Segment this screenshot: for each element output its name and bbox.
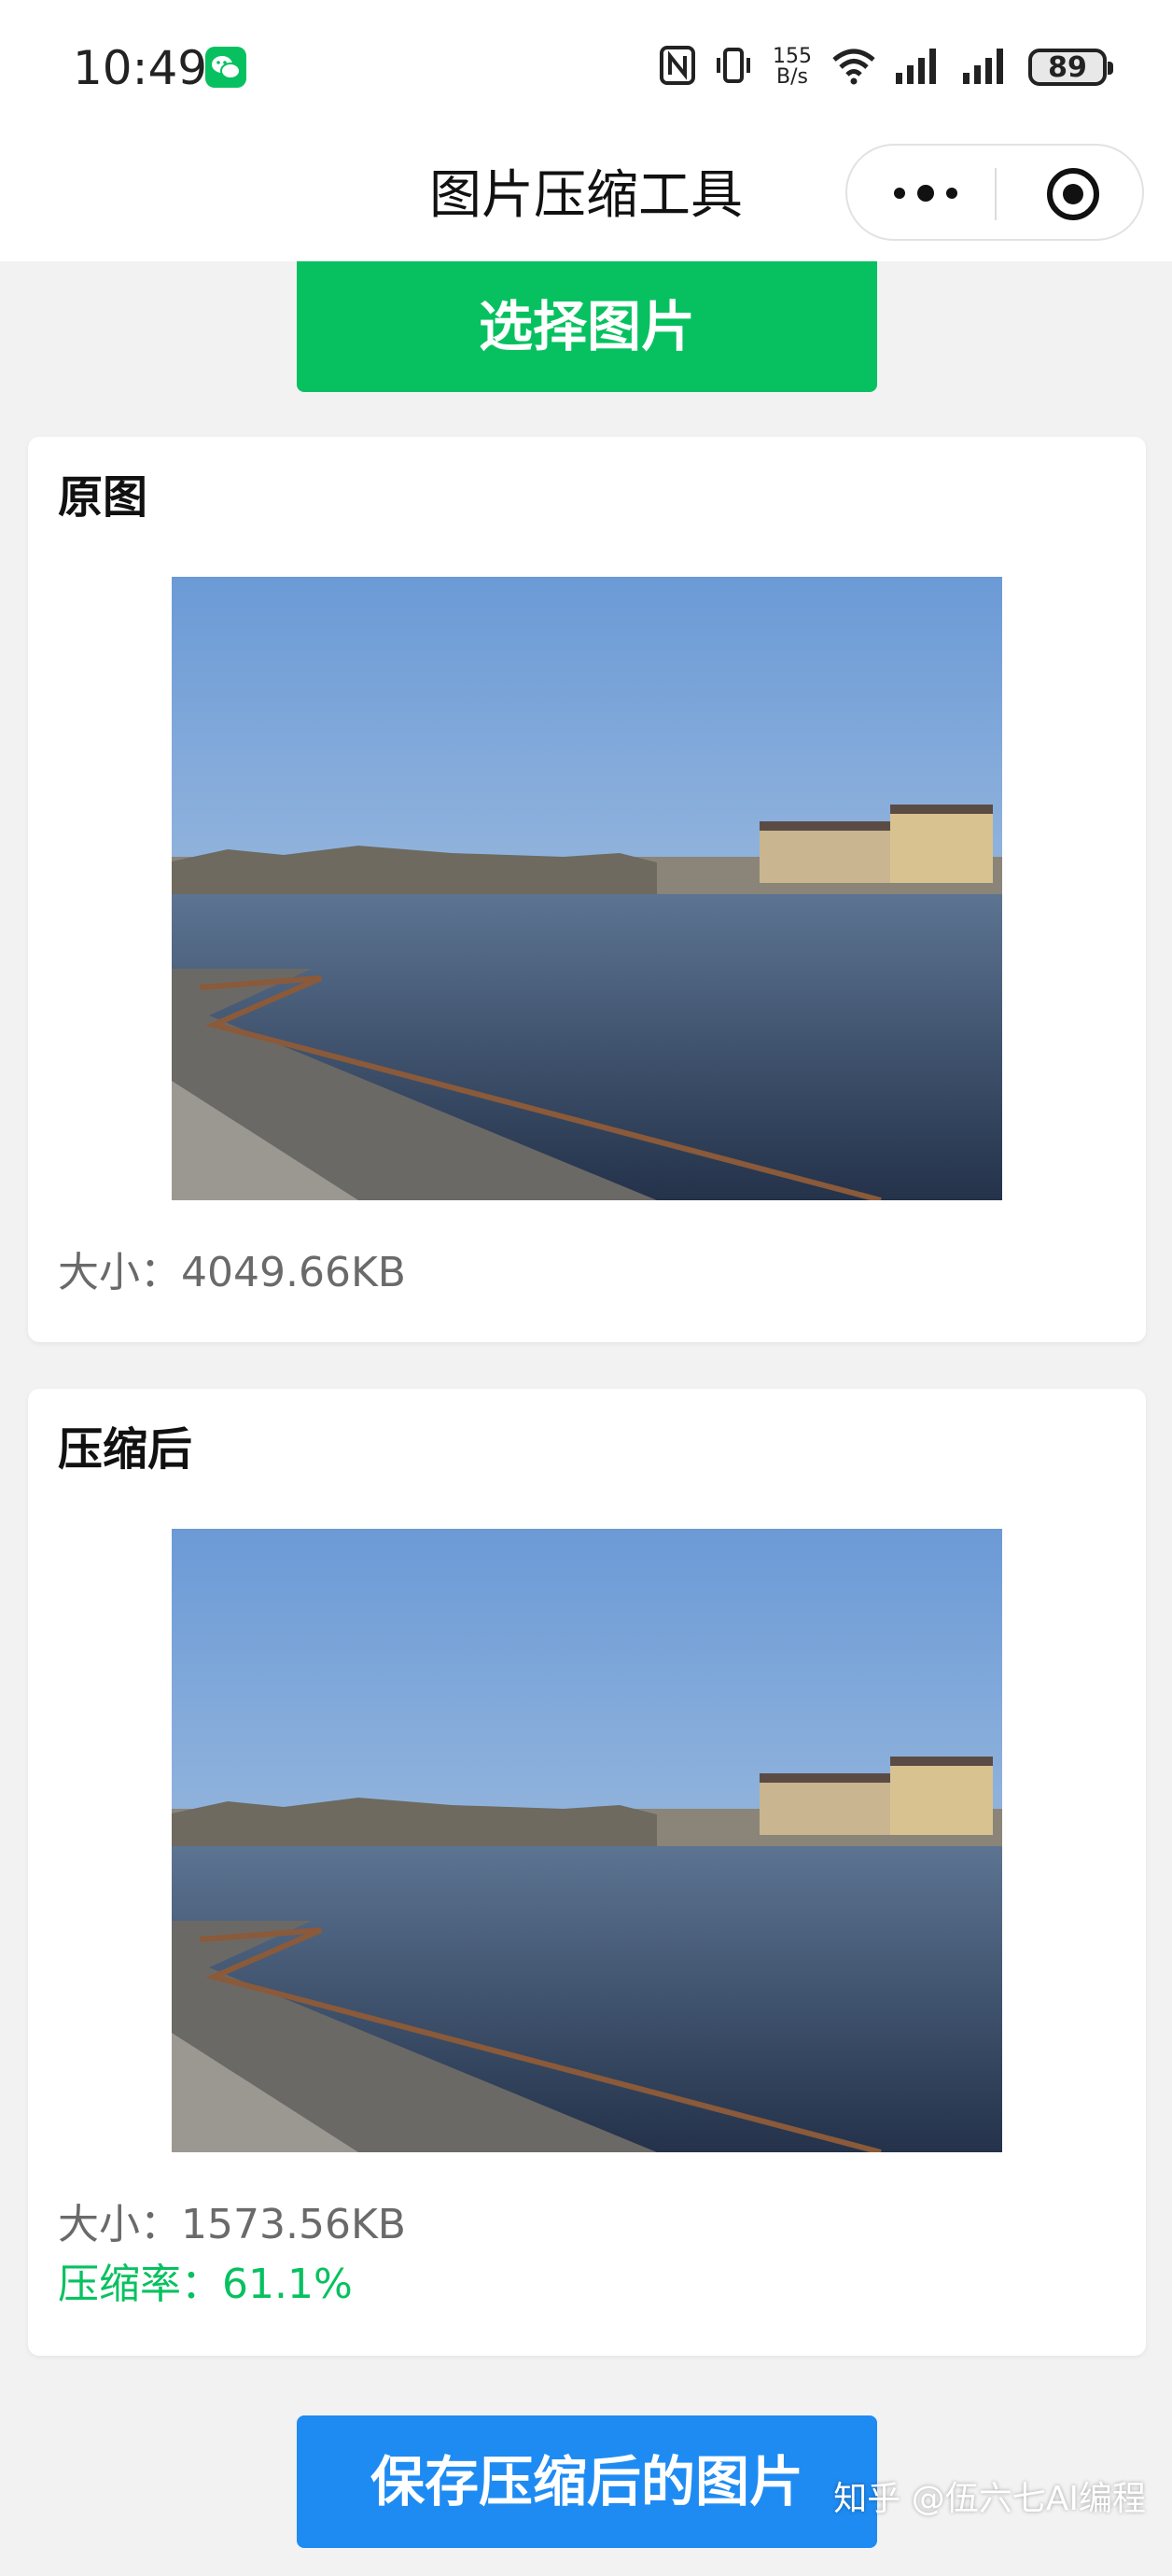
signal-icon-2 (961, 45, 1012, 90)
watermark: 知乎 @伍六七AI编程 (833, 2480, 1146, 2518)
battery-indicator: 89 (1028, 49, 1113, 86)
more-icon[interactable] (888, 179, 963, 207)
select-image-button[interactable]: 选择图片 (297, 261, 877, 392)
status-icons: 155 B/s 89 (659, 41, 1113, 93)
mini-program-screen: 10:49 155 B/s 89 图片压缩工具 选择图片 原图 大小：4049.… (0, 0, 1172, 2576)
original-image (172, 577, 1002, 1200)
close-miniprogram-icon[interactable] (1045, 166, 1101, 222)
status-bar: 10:49 155 B/s 89 (0, 0, 1172, 131)
nfc-icon (659, 45, 696, 90)
compressed-title: 压缩后 (58, 1423, 193, 1476)
original-image-card: 原图 大小：4049.66KB (28, 437, 1146, 1342)
original-size: 大小：4049.66KB (58, 1249, 406, 1296)
status-time: 10:49 (73, 41, 208, 95)
net-speed-unit: B/s (776, 65, 808, 89)
compressed-image (172, 1529, 1002, 2152)
save-compressed-image-button[interactable]: 保存压缩后的图片 (297, 2415, 877, 2548)
vibrate-icon (713, 45, 754, 90)
signal-icon-1 (894, 45, 944, 90)
wechat-notification-icon (205, 47, 246, 88)
original-title: 原图 (58, 471, 148, 524)
net-speed: 155 B/s (771, 47, 814, 88)
compressed-size: 大小：1573.56KB (58, 2201, 406, 2248)
navigation-bar: 图片压缩工具 (0, 131, 1172, 261)
compressed-image-card: 压缩后 大小：1573.56KB 压缩率：61.1% (28, 1389, 1146, 2356)
wifi-icon (830, 45, 877, 90)
compression-ratio: 压缩率：61.1% (58, 2261, 353, 2308)
capsule-divider (995, 168, 997, 220)
menu-capsule (845, 144, 1144, 241)
